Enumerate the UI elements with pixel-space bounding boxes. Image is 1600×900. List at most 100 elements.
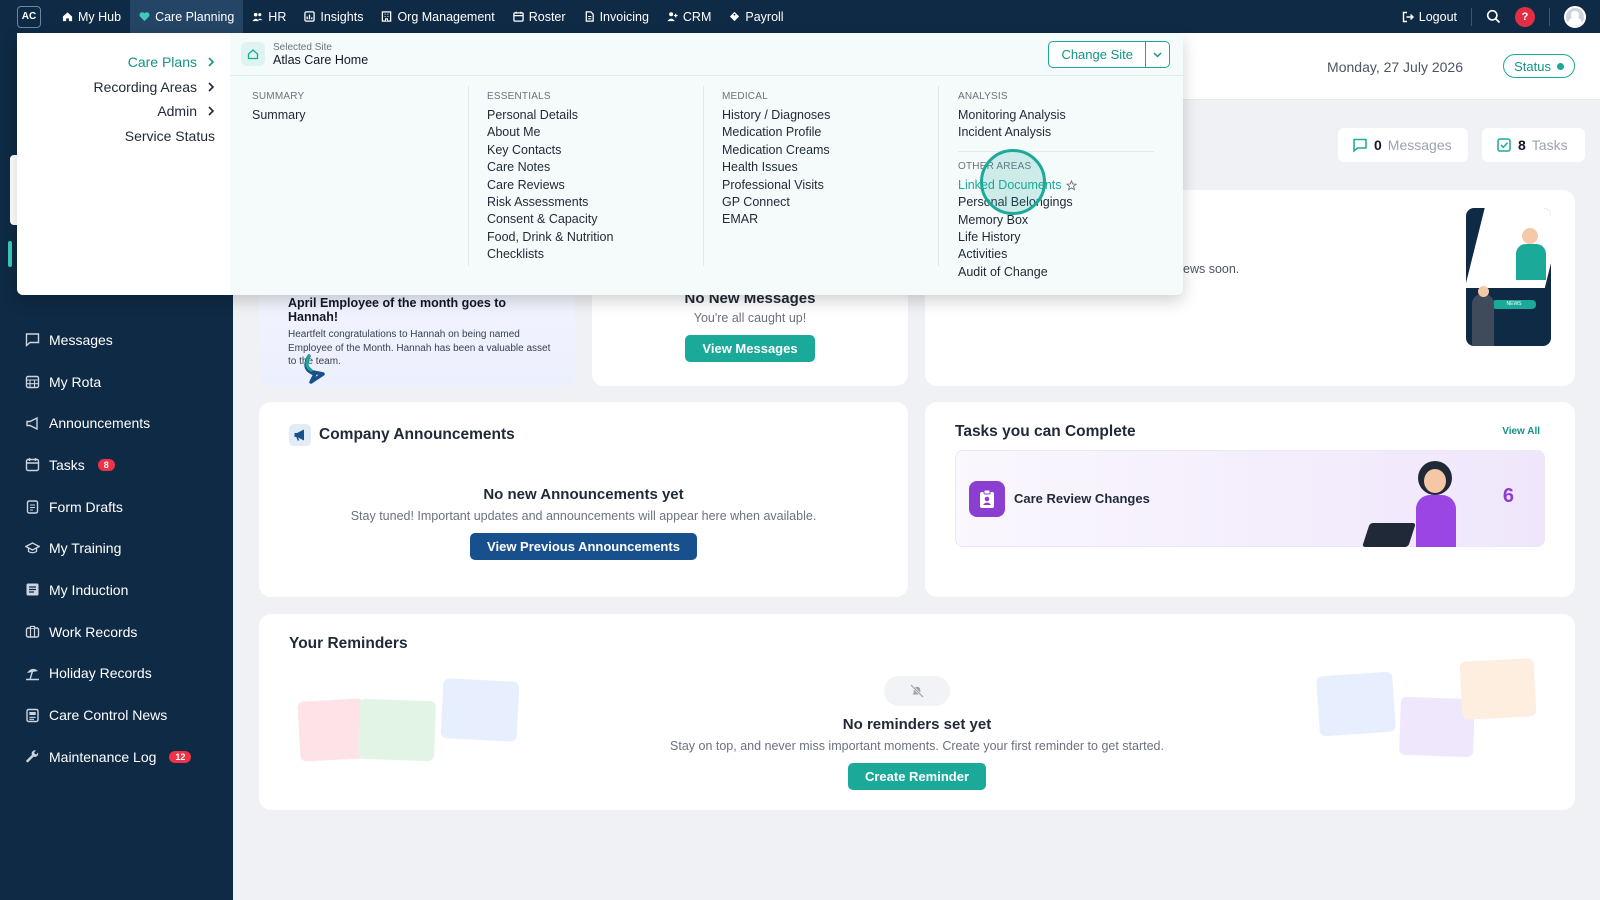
link-gp-connect[interactable]: GP Connect — [722, 194, 957, 211]
clipboard-user-icon — [969, 481, 1005, 517]
calendar-icon — [25, 458, 40, 472]
sidebar-item-messages[interactable]: Messages — [0, 319, 233, 361]
task-item-count: 6 — [1502, 485, 1514, 507]
create-reminder-button[interactable]: Create Reminder — [847, 763, 987, 790]
nav-crm[interactable]: CRM — [658, 0, 720, 33]
link-life-history[interactable]: Life History — [958, 229, 1183, 246]
link-monitoring-analysis[interactable]: Monitoring Analysis — [958, 107, 1183, 124]
search-icon[interactable] — [1486, 9, 1501, 24]
nav-invoicing[interactable]: Invoicing — [575, 0, 658, 33]
announcements-title: Company Announcements — [319, 426, 515, 443]
link-medication-creams[interactable]: Medication Creams — [722, 142, 957, 159]
nav-my-hub[interactable]: My Hub — [53, 0, 130, 33]
link-emar[interactable]: EMAR — [722, 211, 957, 228]
link-risk-assessments[interactable]: Risk Assessments — [487, 194, 722, 211]
nav-roster[interactable]: Roster — [504, 0, 575, 33]
sidebar-item-work-records[interactable]: Work Records — [0, 611, 233, 653]
sidebar-item-form-drafts[interactable]: Form Drafts — [0, 486, 233, 528]
column-divider — [938, 86, 939, 266]
briefcase-icon — [25, 626, 40, 638]
change-site-control: Change Site — [1048, 41, 1170, 68]
bell-off-icon — [884, 676, 950, 706]
sidebar-item-tasks[interactable]: Tasks 8 — [0, 444, 233, 486]
active-indicator — [8, 241, 12, 267]
sidebar-item-label: My Training — [49, 540, 122, 557]
logout-label: Logout — [1418, 9, 1457, 24]
nav-label: CRM — [682, 9, 712, 24]
task-illustration — [1362, 461, 1474, 547]
sidebar-item-announcements[interactable]: Announcements — [0, 402, 233, 444]
sidebar-item-label: Holiday Records — [49, 665, 152, 682]
chevron-right-icon — [208, 82, 215, 92]
sidebar-item-maintenance-log[interactable]: Maintenance Log 12 — [0, 736, 233, 778]
view-messages-button[interactable]: View Messages — [685, 335, 815, 362]
star-icon[interactable] — [1065, 179, 1077, 191]
employee-title: April Employee of the month goes to Hann… — [288, 296, 507, 324]
megaphone-icon — [289, 424, 311, 446]
category-label: Care Plans — [127, 54, 197, 71]
app-logo[interactable]: AC — [17, 5, 41, 28]
illustration-torso — [1416, 495, 1456, 547]
sidebar-item-my-induction[interactable]: My Induction — [0, 569, 233, 611]
link-personal-details[interactable]: Personal Details — [487, 107, 722, 124]
news-banner: NEWS — [1492, 300, 1536, 309]
link-about-me[interactable]: About Me — [487, 124, 722, 141]
user-avatar[interactable] — [1564, 5, 1586, 28]
link-health-issues[interactable]: Health Issues — [722, 159, 957, 176]
link-activities[interactable]: Activities — [958, 246, 1183, 263]
link-professional-visits[interactable]: Professional Visits — [722, 177, 957, 194]
category-care-plans[interactable]: Care Plans — [17, 50, 230, 75]
column-essentials: ESSENTIALS Personal Details About Me Key… — [487, 91, 722, 264]
announcements-header: Company Announcements — [289, 424, 515, 446]
nav-hr[interactable]: HR — [243, 0, 295, 33]
change-site-dropdown[interactable] — [1145, 42, 1169, 67]
illustration-person-head — [1478, 286, 1489, 297]
status-button[interactable]: Status — [1503, 54, 1575, 78]
announcements-card: Company Announcements No new Announcemen… — [259, 402, 908, 597]
category-recording-areas[interactable]: Recording Areas — [17, 75, 230, 100]
link-memory-box[interactable]: Memory Box — [958, 212, 1183, 229]
nav-label: Roster — [528, 9, 566, 24]
link-care-reviews[interactable]: Care Reviews — [487, 177, 722, 194]
view-previous-announcements-button[interactable]: View Previous Announcements — [470, 533, 697, 560]
link-consent-capacity[interactable]: Consent & Capacity — [487, 211, 722, 228]
checkbox-icon — [1497, 138, 1511, 152]
category-label: Recording Areas — [93, 78, 197, 95]
column-summary: SUMMARY Summary — [252, 91, 487, 124]
sidebar-item-my-rota[interactable]: My Rota — [0, 361, 233, 403]
view-all-link[interactable]: View All — [1502, 426, 1540, 437]
logout-button[interactable]: Logout — [1402, 10, 1457, 24]
tasks-chip[interactable]: 8 Tasks — [1482, 128, 1585, 162]
link-incident-analysis[interactable]: Incident Analysis — [958, 124, 1183, 141]
category-service-status[interactable]: Service Status — [17, 124, 230, 149]
link-food-drink-nutrition[interactable]: Food, Drink & Nutrition — [487, 229, 722, 246]
help-button[interactable]: ? — [1515, 6, 1535, 27]
link-history-diagnoses[interactable]: History / Diagnoses — [722, 107, 957, 124]
link-summary[interactable]: Summary — [252, 107, 487, 124]
nav-care-planning[interactable]: Care Planning — [130, 0, 244, 33]
nav-payroll[interactable]: Payroll — [720, 0, 792, 33]
task-item-care-review[interactable]: Care Review Changes 6 — [955, 450, 1545, 547]
news-illustration: NEWS — [1466, 208, 1551, 346]
graduation-cap-icon — [25, 542, 40, 554]
employee-body: Heartfelt congratulations to Hannah on b… — [288, 329, 551, 367]
link-checklists[interactable]: Checklists — [487, 246, 722, 263]
link-medication-profile[interactable]: Medication Profile — [722, 124, 957, 141]
sidebar-item-holiday-records[interactable]: Holiday Records — [0, 653, 233, 695]
messages-chip[interactable]: 0 Messages — [1338, 128, 1468, 162]
nav-insights[interactable]: Insights — [295, 0, 372, 33]
nav-label: Org Management — [397, 9, 495, 24]
nav-org-management[interactable]: Org Management — [372, 0, 503, 33]
change-site-button[interactable]: Change Site — [1049, 47, 1145, 62]
link-care-notes[interactable]: Care Notes — [487, 159, 722, 176]
link-audit-of-change[interactable]: Audit of Change — [958, 264, 1183, 281]
sidebar-item-label: Announcements — [49, 415, 151, 432]
messages-empty-subtitle: You're all caught up! — [693, 311, 807, 325]
link-key-contacts[interactable]: Key Contacts — [487, 142, 722, 159]
sidebar-item-my-training[interactable]: My Training — [0, 527, 233, 569]
category-admin[interactable]: Admin — [17, 99, 230, 124]
status-label: Status — [1514, 58, 1551, 74]
divider — [1549, 7, 1550, 26]
sidebar-item-care-control-news[interactable]: Care Control News — [0, 694, 233, 736]
